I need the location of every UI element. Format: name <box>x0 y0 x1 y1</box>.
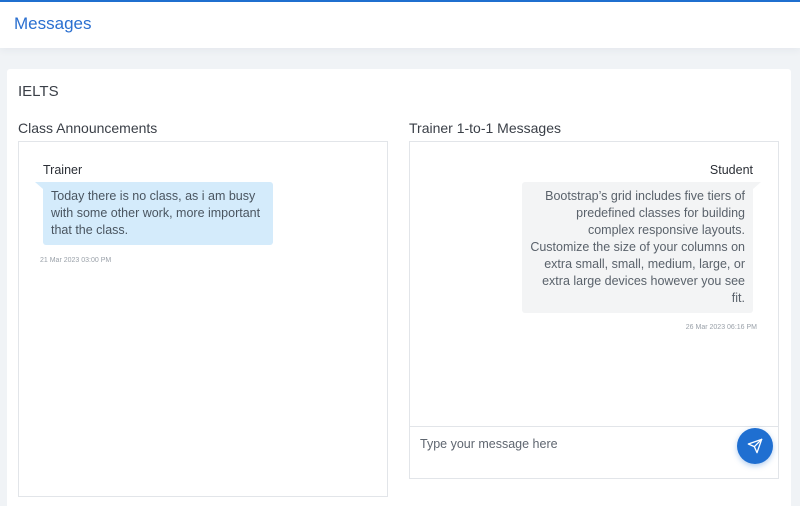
send-button[interactable] <box>737 428 773 464</box>
message-composer <box>409 427 779 479</box>
course-title: IELTS <box>18 83 59 100</box>
message-bubble: Today there is no class, as i am busy wi… <box>35 182 273 245</box>
announcements-panel[interactable]: Trainer Today there is no class, as i am… <box>18 141 388 497</box>
message-timestamp: 21 Mar 2023 03:00 PM <box>40 257 112 264</box>
trainer-messages-title: Trainer 1-to-1 Messages <box>409 120 561 136</box>
message-bubble: Bootstrap’s grid includes five tiers of … <box>522 182 761 313</box>
message-sender: Student <box>709 163 753 177</box>
direct-messages-panel[interactable]: Student Bootstrap’s grid includes five t… <box>409 141 779 427</box>
paper-plane-icon <box>747 438 763 454</box>
message-timestamp: 26 Mar 2023 06:16 PM <box>685 324 757 331</box>
page-title: Messages <box>14 14 92 33</box>
message-sender: Trainer <box>43 163 83 177</box>
messages-card: IELTS Class Announcements Trainer 1-to-1… <box>7 69 791 506</box>
message-input[interactable] <box>420 433 720 455</box>
page: Messages IELTS Class Announcements Train… <box>0 0 800 506</box>
class-announcements-title: Class Announcements <box>18 120 158 136</box>
top-bar: Messages <box>0 0 800 48</box>
